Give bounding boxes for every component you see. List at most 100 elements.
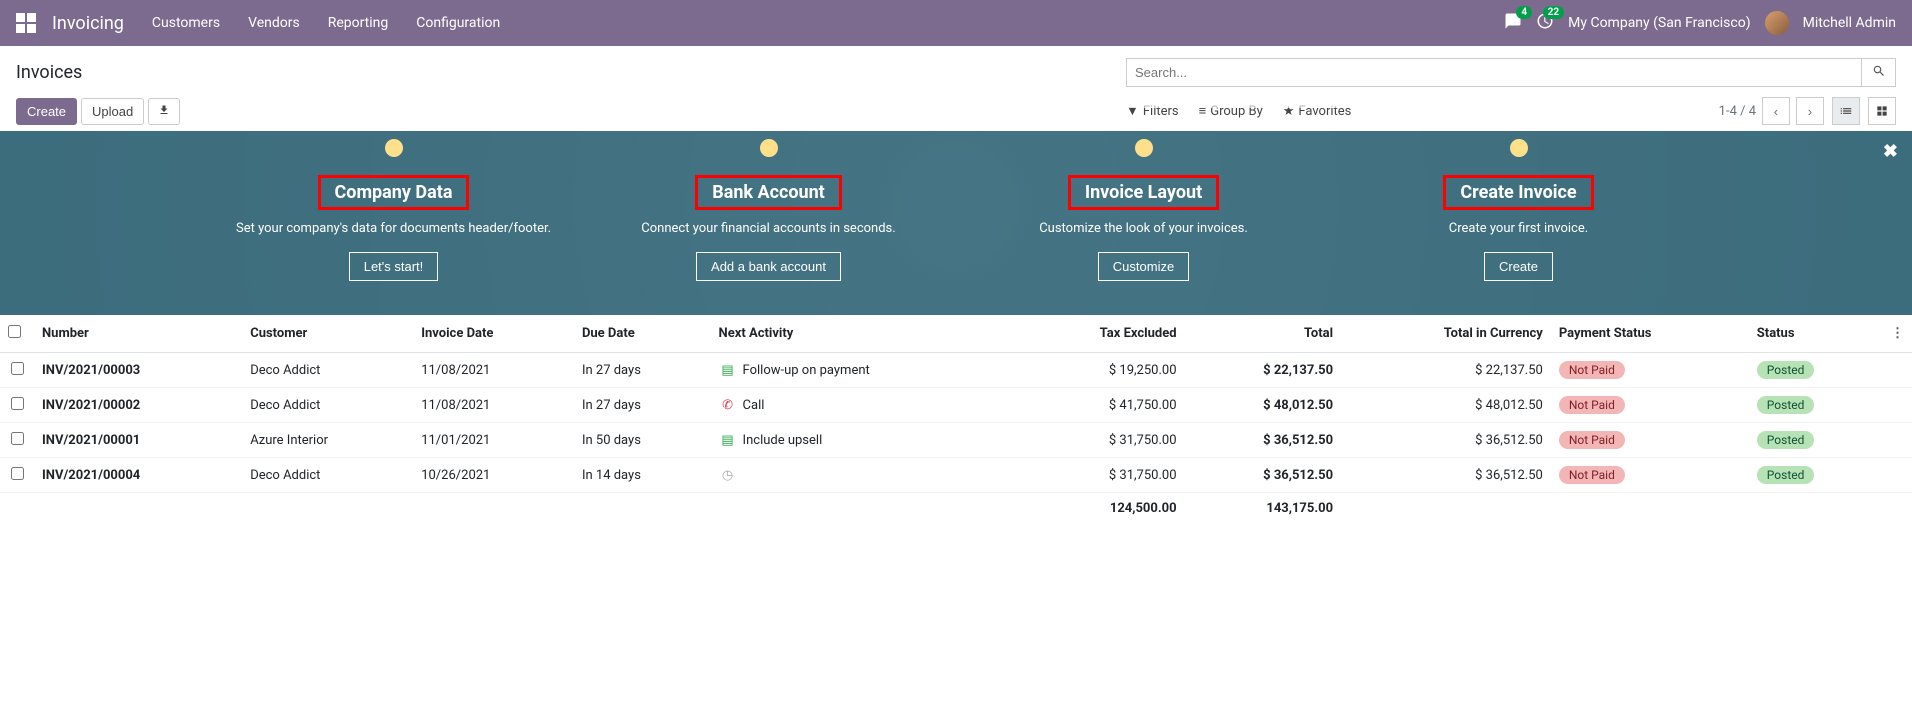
pill-posted: Posted: [1757, 431, 1815, 449]
col-total[interactable]: Total: [1185, 315, 1342, 353]
onboard-step-desc: Create your first invoice.: [1331, 220, 1706, 238]
cell-activity[interactable]: ✆Call: [711, 388, 1016, 423]
search-button[interactable]: [1861, 59, 1895, 86]
nav-reporting[interactable]: Reporting: [328, 15, 389, 31]
cell-activity[interactable]: ▤Include upsell: [711, 423, 1016, 458]
invoices-table: Number Customer Invoice Date Due Date Ne…: [0, 315, 1912, 524]
cell-status: Posted: [1749, 423, 1883, 458]
upload-button[interactable]: Upload: [81, 98, 144, 125]
activities-badge: 22: [1543, 6, 1564, 19]
total-total: 143,175.00: [1185, 493, 1342, 525]
cell-customer: Deco Addict: [242, 353, 413, 388]
col-total-currency[interactable]: Total in Currency: [1341, 315, 1551, 353]
onboard-step-button[interactable]: Let's start!: [349, 252, 439, 281]
pill-notpaid: Not Paid: [1559, 396, 1625, 414]
messages-icon[interactable]: 4: [1504, 12, 1522, 34]
table-row[interactable]: INV/2021/00002 Deco Addict 11/08/2021 In…: [0, 388, 1912, 423]
cell-total-currency: $ 36,512.50: [1341, 423, 1551, 458]
cell-total-currency: $ 36,512.50: [1341, 458, 1551, 493]
onboard-step-button[interactable]: Customize: [1098, 252, 1189, 281]
search-input[interactable]: [1127, 59, 1861, 86]
view-kanban[interactable]: [1868, 97, 1896, 125]
cell-customer: Deco Addict: [242, 388, 413, 423]
cell-payment-status: Not Paid: [1551, 458, 1749, 493]
cell-invoice-date: 11/08/2021: [413, 388, 574, 423]
col-optional[interactable]: ⋮: [1883, 315, 1912, 353]
onboard-step-dot: [1510, 139, 1528, 157]
cell-status: Posted: [1749, 458, 1883, 493]
cell-payment-status: Not Paid: [1551, 353, 1749, 388]
cell-total: $ 36,512.50: [1185, 458, 1342, 493]
row-checkbox[interactable]: [11, 432, 24, 445]
row-checkbox[interactable]: [11, 467, 24, 480]
activity-green-icon: ▤: [719, 363, 737, 378]
pill-notpaid: Not Paid: [1559, 361, 1625, 379]
apps-switcher-icon[interactable]: [16, 13, 36, 33]
col-tax-excluded[interactable]: Tax Excluded: [1015, 315, 1184, 353]
onboard-step-dot: [1135, 139, 1153, 157]
cell-status: Posted: [1749, 388, 1883, 423]
messages-badge: 4: [1516, 6, 1532, 19]
nav-vendors[interactable]: Vendors: [248, 15, 300, 31]
onboard-step-button[interactable]: Add a bank account: [696, 252, 841, 281]
nav-customers[interactable]: Customers: [152, 15, 220, 31]
table-row[interactable]: INV/2021/00001 Azure Interior 11/01/2021…: [0, 423, 1912, 458]
onboard-step-button[interactable]: Create: [1484, 252, 1553, 281]
cell-total: $ 48,012.50: [1185, 388, 1342, 423]
page-title: Invoices: [16, 62, 82, 83]
create-button[interactable]: Create: [16, 98, 77, 125]
cell-total: $ 36,512.50: [1185, 423, 1342, 458]
cell-activity[interactable]: ▤Follow-up on payment: [711, 353, 1016, 388]
pill-posted: Posted: [1757, 466, 1815, 484]
onboard-step-desc: Set your company's data for documents he…: [206, 220, 581, 238]
col-due-date[interactable]: Due Date: [574, 315, 711, 353]
onboard-step-desc: Connect your financial accounts in secon…: [581, 220, 956, 238]
phone-icon: ✆: [719, 398, 737, 413]
col-next-activity[interactable]: Next Activity: [711, 315, 1016, 353]
cell-invoice-date: 10/26/2021: [413, 458, 574, 493]
pager-prev[interactable]: ‹: [1762, 97, 1790, 125]
user-name[interactable]: Mitchell Admin: [1803, 15, 1896, 31]
close-icon[interactable]: ✖: [1883, 141, 1898, 162]
col-payment-status[interactable]: Payment Status: [1551, 315, 1749, 353]
download-button[interactable]: [148, 98, 180, 125]
cell-due-date: In 14 days: [574, 458, 711, 493]
cell-tax-excluded: $ 41,750.00: [1015, 388, 1184, 423]
user-avatar[interactable]: [1765, 11, 1789, 35]
cell-number: INV/2021/00001: [34, 423, 242, 458]
cell-number: INV/2021/00004: [34, 458, 242, 493]
cell-number: INV/2021/00003: [34, 353, 242, 388]
cell-tax-excluded: $ 31,750.00: [1015, 458, 1184, 493]
view-list[interactable]: [1832, 97, 1860, 125]
row-checkbox[interactable]: [11, 362, 24, 375]
clock-icon: ◷: [719, 468, 737, 483]
cell-activity[interactable]: ◷: [711, 458, 1016, 493]
col-status[interactable]: Status: [1749, 315, 1883, 353]
activities-icon[interactable]: 22: [1536, 12, 1554, 34]
col-invoice-date[interactable]: Invoice Date: [413, 315, 574, 353]
cell-invoice-date: 11/01/2021: [413, 423, 574, 458]
col-customer[interactable]: Customer: [242, 315, 413, 353]
cell-payment-status: Not Paid: [1551, 388, 1749, 423]
row-checkbox[interactable]: [11, 397, 24, 410]
nav-configuration[interactable]: Configuration: [416, 15, 500, 31]
nav-menu: Customers Vendors Reporting Configuratio…: [152, 15, 500, 31]
onboard-step-title: Invoice Layout: [1068, 175, 1219, 210]
pager-next[interactable]: ›: [1796, 97, 1824, 125]
col-number[interactable]: Number: [34, 315, 242, 353]
company-selector[interactable]: My Company (San Francisco): [1568, 15, 1750, 31]
table-row[interactable]: INV/2021/00004 Deco Addict 10/26/2021 In…: [0, 458, 1912, 493]
app-brand[interactable]: Invoicing: [52, 13, 124, 34]
table-row[interactable]: INV/2021/00003 Deco Addict 11/08/2021 In…: [0, 353, 1912, 388]
onboard-step-dot: [760, 139, 778, 157]
onboard-step-2: Invoice Layout Customize the look of you…: [956, 175, 1331, 281]
pill-notpaid: Not Paid: [1559, 466, 1625, 484]
table-header-row: Number Customer Invoice Date Due Date Ne…: [0, 315, 1912, 353]
pill-notpaid: Not Paid: [1559, 431, 1625, 449]
select-all-checkbox[interactable]: [8, 325, 21, 338]
cell-due-date: In 50 days: [574, 423, 711, 458]
cell-customer: Azure Interior: [242, 423, 413, 458]
cell-number: INV/2021/00002: [34, 388, 242, 423]
onboard-step-3: Create Invoice Create your first invoice…: [1331, 175, 1706, 281]
onboard-progress-line: [229, 105, 1682, 108]
